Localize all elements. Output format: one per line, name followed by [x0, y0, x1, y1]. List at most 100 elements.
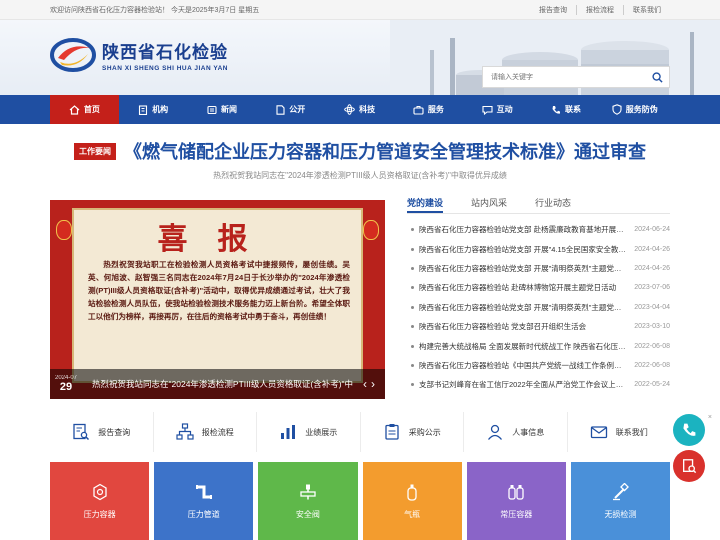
nav-label: 联系 — [564, 105, 581, 114]
logo-title-en: SHAN XI SHENG SHI HUA JIAN YAN — [102, 65, 229, 72]
tile-atmospheric-vessel[interactable]: 常压容器 — [466, 462, 566, 540]
atom-icon — [344, 104, 355, 115]
lantern-icon — [363, 220, 379, 240]
carousel-prev-icon[interactable]: ‹ — [363, 377, 367, 391]
search-box — [482, 66, 670, 88]
headline-subtitle[interactable]: 热烈祝贺我站同志在"2024年渗透检测PTIII级人员资格取证(含补考)"中取得… — [0, 170, 720, 181]
quick-link-performance[interactable]: 业绩展示 — [257, 412, 361, 452]
logo-title-cn: 陕西省石化检验 — [102, 43, 228, 62]
nav-item-home[interactable]: 首页 — [50, 95, 119, 124]
carousel-date-day: 29 — [59, 381, 73, 393]
floating-search-button[interactable] — [673, 450, 705, 482]
list-item[interactable]: 陕西省石化压力容器检验站《中国共产党统一战线工作条例》学习 2022-06-08 — [407, 356, 670, 375]
shield-icon — [612, 104, 622, 115]
nav-item-interaction[interactable]: 互动 — [463, 95, 532, 124]
nav-item-service[interactable]: 服务 — [394, 95, 463, 124]
tile-label: 无损检测 — [604, 509, 637, 519]
quick-link-report-query[interactable]: 报告查询 — [50, 412, 154, 452]
headline-tag: 工作要闻 — [74, 142, 116, 160]
site-logo[interactable]: 陕西省石化检验 SHAN XI SHENG SHI HUA JIAN YAN — [50, 38, 228, 72]
document-icon — [276, 104, 285, 115]
nav-label: 公开 — [289, 105, 306, 114]
quick-link-personnel[interactable]: 人事信息 — [464, 412, 568, 452]
nav-item-news[interactable]: 新闻 — [188, 95, 257, 124]
nav-item-organization[interactable]: 机构 — [119, 95, 188, 124]
carousel-next-icon[interactable]: › — [371, 377, 375, 391]
nav-item-public[interactable]: 公开 — [256, 95, 325, 124]
nav-item-contact[interactable]: 联系 — [532, 95, 601, 124]
quick-links: 报告查询 报检流程 业绩展示 采购公示 人事信息 联系我们 — [50, 412, 670, 452]
list-item[interactable]: 陕西省石化压力容器检验站党支部 开展"4.15全民国家安全教育日"主题党日活动2… — [407, 239, 670, 258]
search-input[interactable] — [483, 67, 645, 87]
tile-label: 气瓶 — [404, 509, 421, 519]
list-item[interactable]: 陕西省石化压力容器检验站党支部 开展"清明祭英烈"主题党日活动 2024-04-2… — [407, 259, 670, 278]
quick-link-label: 业绩展示 — [305, 427, 338, 437]
document-search-icon — [683, 459, 697, 474]
quick-link-label: 采购公示 — [408, 427, 441, 437]
main-nav: 首页 机构 新闻 公开 科技 服务 互动 联系 服务防伪 — [0, 95, 720, 124]
news-tabs: 党的建设 站内风采 行业动态 — [407, 196, 670, 214]
site-header: 陕西省石化检验 SHAN XI SHENG SHI HUA JIAN YAN — [0, 20, 720, 95]
tile-label: 压力管道 — [187, 509, 220, 519]
quick-link-label: 人事信息 — [512, 427, 545, 437]
tile-ndt[interactable]: 无损检测 — [570, 462, 671, 540]
quick-link-contact[interactable]: 联系我们 — [568, 412, 671, 452]
bar-chart-icon — [281, 425, 296, 439]
tab-industry-news[interactable]: 行业动态 — [535, 196, 571, 213]
poster-text: 热烈祝贺我站职工在检验检测人员资格考试中捷报频传，屡创佳绩。吴英、何旭波、赵智强… — [88, 260, 350, 321]
quick-link-inspection-process[interactable]: 报检流程 — [154, 412, 257, 452]
contact-icon — [590, 426, 607, 439]
quick-link-procurement[interactable]: 采购公示 — [361, 412, 464, 452]
list-item[interactable]: 构建完善大统战格局 全面发展新时代统战工作 陕西省石化压力容器检验站2022-0… — [407, 336, 670, 355]
news-list: 陕西省石化压力容器检验站党支部 赴杨震廉政教育基地开展廉政主题党日活动2024-… — [407, 220, 670, 395]
search-button[interactable] — [645, 67, 669, 87]
person-icon — [488, 424, 503, 440]
top-link-report-query[interactable]: 报告查询 — [530, 5, 576, 15]
list-item[interactable]: 陕西省石化压力容器检验站党支部 开展"清明祭英烈"主题党日活动 2023-04-0… — [407, 298, 670, 317]
quick-link-label: 报检流程 — [201, 427, 234, 437]
tile-gas-cylinder[interactable]: 气瓶 — [362, 462, 462, 540]
top-bar: 欢迎访问陕西省石化压力容器检验站！ 今天是2025年3月7日 星期五 报告查询 … — [0, 0, 720, 20]
service-tiles: 压力容器 压力管道 安全阀 气瓶 常压容器 无损检测 — [50, 462, 671, 540]
nav-label: 新闻 — [220, 105, 237, 114]
top-link-contact[interactable]: 联系我们 — [623, 5, 670, 15]
tile-label: 压力容器 — [83, 509, 116, 519]
top-links: 报告查询 报检流程 联系我们 — [530, 5, 670, 15]
tab-station-style[interactable]: 站内风采 — [471, 196, 507, 213]
close-icon[interactable]: × — [708, 414, 712, 421]
list-item[interactable]: 陕西省石化压力容器检验站 党支部召开组织生活会 2023-03-10 — [407, 317, 670, 336]
news-icon — [207, 105, 217, 114]
nav-item-anti-counterfeit[interactable]: 服务防伪 — [600, 95, 669, 124]
tile-pressure-pipe[interactable]: 压力管道 — [154, 462, 254, 540]
welcome-text: 欢迎访问陕西省石化压力容器检验站！ 今天是2025年3月7日 星期五 — [50, 7, 260, 14]
procurement-icon — [385, 424, 399, 440]
home-icon — [69, 104, 80, 115]
nav-label: 服务 — [427, 105, 444, 114]
gas-cylinder-icon — [407, 484, 417, 501]
list-item[interactable]: 陕西省石化压力容器检验站 赴碑林博物馆开展主题党日活动 2023-07-06 — [407, 278, 670, 297]
tile-pressure-vessel[interactable]: 压力容器 — [50, 462, 150, 540]
pressure-vessel-icon — [92, 483, 107, 500]
phone-icon — [683, 423, 696, 436]
tile-safety-valve[interactable]: 安全阀 — [258, 462, 358, 540]
flowchart-icon — [176, 423, 194, 440]
search-icon — [651, 71, 663, 83]
tab-party-building[interactable]: 党的建设 — [407, 196, 444, 213]
top-link-inspection-process[interactable]: 报检流程 — [576, 5, 623, 15]
logo-emblem-icon — [50, 38, 96, 72]
floating-phone-button[interactable] — [673, 414, 705, 446]
headline-section: 工作要闻 《燃气储配企业压力容器和压力管道安全管理技术标准》通过审查 热烈祝贺我… — [0, 138, 720, 181]
list-item[interactable]: 陕西省石化压力容器检验站党支部 赴杨震廉政教育基地开展廉政主题党日活动2024-… — [407, 220, 670, 239]
news-carousel[interactable]: 喜报 热烈祝贺我站职工在检验检测人员资格考试中捷报频传，屡创佳绩。吴英、何旭波、… — [50, 200, 385, 399]
list-item[interactable]: 支部书记刘峰育在省工信厅2022年全面从严治党工作会议上的讲话 2022-05-2… — [407, 375, 670, 394]
tile-label: 安全阀 — [295, 509, 320, 519]
poster-title: 喜报 — [157, 223, 278, 256]
nav-item-technology[interactable]: 科技 — [325, 95, 394, 124]
carousel-caption-text[interactable]: 热烈祝贺我站同志在"2024年渗透检测PTIII级人员资格取证(含补考)"中取得… — [82, 378, 353, 390]
carousel-date-month: 2024-07 — [54, 375, 78, 381]
safety-valve-icon — [300, 484, 316, 499]
nav-label: 科技 — [359, 105, 376, 114]
report-search-icon — [73, 423, 90, 441]
headline-title[interactable]: 《燃气储配企业压力容器和压力管道安全管理技术标准》通过审查 — [124, 138, 646, 164]
atmospheric-vessel-icon — [508, 484, 524, 500]
